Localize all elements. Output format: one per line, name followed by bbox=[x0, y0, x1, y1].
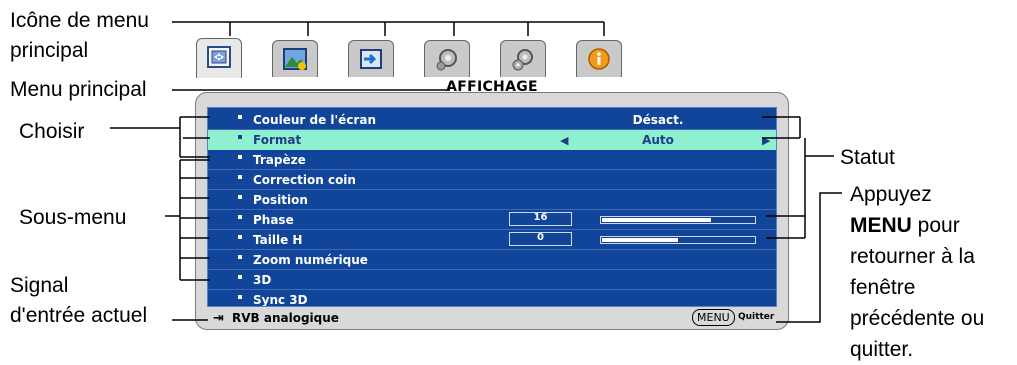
callout-leader-lines bbox=[110, 21, 842, 323]
